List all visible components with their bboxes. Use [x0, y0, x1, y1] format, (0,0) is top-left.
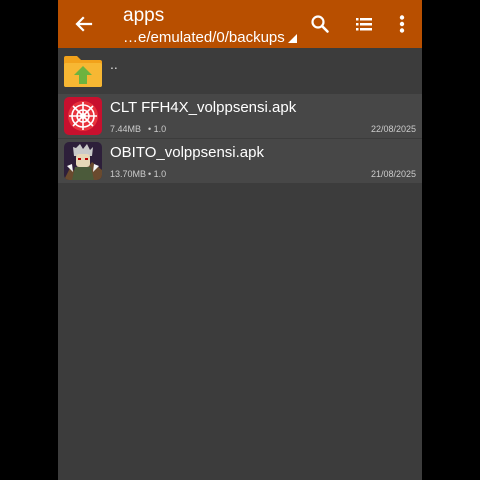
- folder-up-icon: [64, 56, 102, 87]
- app-thumbnail-red: [64, 97, 102, 135]
- app-thumbnail-character: [64, 142, 102, 180]
- path-dropdown[interactable]: …e/emulated/0/backups: [123, 29, 297, 46]
- file-size: 7.44MB: [110, 124, 142, 134]
- file-date: 21/08/2025: [370, 169, 416, 179]
- list-item[interactable]: OBITO_volppsensi.apk 13.70MB • 1.0 21/08…: [58, 139, 422, 183]
- file-size: 13.70MB: [110, 169, 147, 179]
- file-version: • 1.0: [148, 169, 167, 179]
- list-view-icon: [356, 18, 372, 31]
- file-date: 22/08/2025: [370, 124, 416, 134]
- toolbar: apps …e/emulated/0/backups: [58, 0, 422, 48]
- parent-directory-label: ..: [110, 56, 118, 72]
- file-version: • 1.0: [148, 124, 167, 134]
- file-name: OBITO_volppsensi.apk: [110, 144, 264, 161]
- list-item[interactable]: CLT FFH4X_volppsensi.apk 7.44MB • 1.0 22…: [58, 94, 422, 138]
- search-button[interactable]: [300, 0, 340, 48]
- app-screen: apps …e/emulated/0/backups .. CLT FFH4X_…: [58, 0, 422, 480]
- file-name: CLT FFH4X_volppsensi.apk: [110, 99, 297, 116]
- parent-directory-row[interactable]: ..: [58, 48, 422, 92]
- list-view-button[interactable]: [344, 0, 384, 48]
- more-options-button[interactable]: [382, 0, 422, 48]
- more-vert-icon: [399, 15, 405, 33]
- dropdown-caret-icon: [287, 34, 297, 43]
- page-title: apps: [123, 5, 165, 26]
- back-button[interactable]: [64, 0, 104, 48]
- path-text: …e/emulated/0/backups: [123, 29, 285, 46]
- back-arrow-icon: [75, 16, 93, 32]
- search-icon: [311, 15, 329, 33]
